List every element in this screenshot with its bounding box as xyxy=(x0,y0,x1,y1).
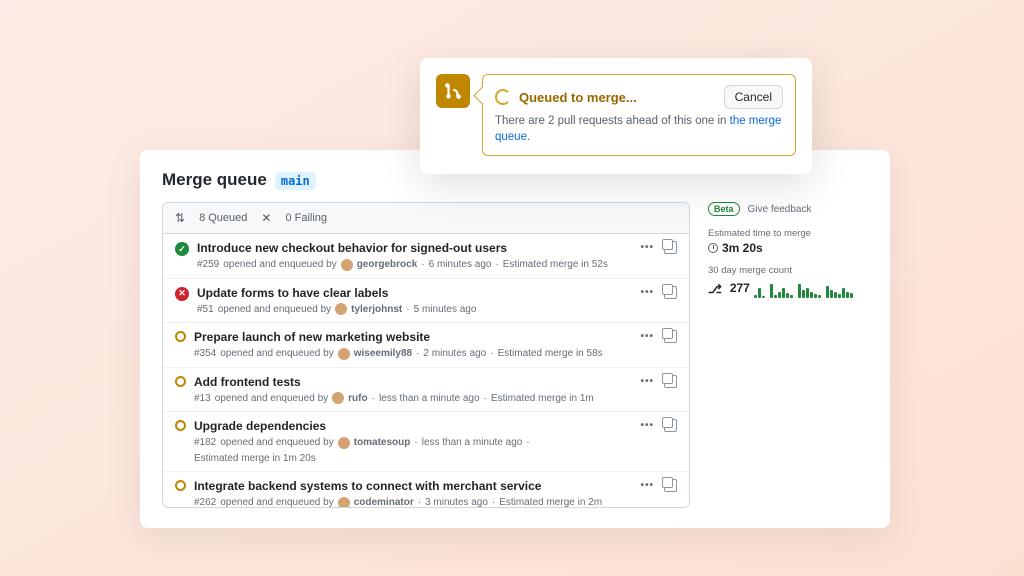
avatar xyxy=(338,497,350,507)
count-label: 30 day merge count xyxy=(708,265,868,276)
queue-row[interactable]: Integrate backend systems to connect wit… xyxy=(163,472,689,507)
pending-icon xyxy=(175,331,186,342)
copy-icon[interactable] xyxy=(664,330,677,343)
row-title[interactable]: Update forms to have clear labels xyxy=(197,286,632,302)
avatar xyxy=(332,392,344,404)
failing-count[interactable]: 0 Failing xyxy=(285,212,327,224)
avatar xyxy=(341,259,353,271)
eta-label: Estimated time to merge xyxy=(708,228,868,239)
row-meta: #259 opened and enqueued by georgebrock … xyxy=(197,259,632,271)
row-title[interactable]: Integrate backend systems to connect wit… xyxy=(194,479,632,495)
kebab-icon[interactable]: ••• xyxy=(640,331,654,342)
row-meta: #262 opened and enqueued by codeminator … xyxy=(194,497,632,507)
x-circle-icon: ✕ xyxy=(175,287,189,301)
kebab-icon[interactable]: ••• xyxy=(640,287,654,298)
copy-icon[interactable] xyxy=(664,241,677,254)
kebab-icon[interactable]: ••• xyxy=(640,376,654,387)
sparkline xyxy=(754,278,853,298)
pending-icon xyxy=(175,376,186,387)
callout-title: Queued to merge... xyxy=(519,90,716,105)
row-meta: #354 opened and enqueued by wiseemily88 … xyxy=(194,348,632,360)
callout-bubble: Queued to merge... Cancel There are 2 pu… xyxy=(482,74,796,156)
row-meta: #51 opened and enqueued by tylerjohnst ·… xyxy=(197,303,632,315)
branch-pill[interactable]: main xyxy=(275,172,316,190)
cancel-button[interactable]: Cancel xyxy=(724,85,783,109)
x-icon: ✕ xyxy=(261,211,271,225)
kebab-icon[interactable]: ••• xyxy=(640,242,654,253)
avatar xyxy=(335,303,347,315)
eta-value: 3m 20s xyxy=(708,241,868,255)
row-title[interactable]: Upgrade dependencies xyxy=(194,419,632,435)
queue-row[interactable]: Add frontend tests#13 opened and enqueue… xyxy=(163,368,689,413)
queue-row[interactable]: Upgrade dependencies #182 opened and enqu… xyxy=(163,412,689,472)
queued-count[interactable]: 8 Queued xyxy=(199,212,247,224)
page-title-text: Merge queue xyxy=(162,170,267,190)
merge-icon xyxy=(436,74,470,108)
spinner-icon xyxy=(495,89,511,105)
row-meta: #182 opened and enqueued by tomatesoup ·… xyxy=(194,437,632,464)
pending-icon xyxy=(175,480,186,491)
row-meta: #13 opened and enqueued by rufo · less t… xyxy=(194,392,632,404)
feedback-link[interactable]: Give feedback xyxy=(748,204,812,215)
beta-badge: Beta xyxy=(708,202,740,216)
pulse-icon: ⎇ xyxy=(708,282,722,296)
copy-icon[interactable] xyxy=(664,479,677,492)
sidebar: Beta Give feedback Estimated time to mer… xyxy=(708,202,868,508)
queue-row[interactable]: Prepare launch of new marketing website #… xyxy=(163,323,689,368)
git-pull-request-icon: ⇅ xyxy=(175,211,185,225)
merge-queue-panel: Merge queue main ⇅ 8 Queued ✕ 0 Failing … xyxy=(140,150,890,528)
avatar xyxy=(338,348,350,360)
check-icon: ✓ xyxy=(175,242,189,256)
row-title[interactable]: Prepare launch of new marketing website xyxy=(194,330,632,346)
count-value: ⎇ 277 xyxy=(708,278,868,298)
pending-icon xyxy=(175,420,186,431)
avatar xyxy=(338,437,350,449)
queue-list-header: ⇅ 8 Queued ✕ 0 Failing xyxy=(163,203,689,234)
clock-icon xyxy=(708,243,718,253)
row-title[interactable]: Add frontend tests xyxy=(194,375,632,391)
queue-row[interactable]: ✕ Update forms to have clear labels#51 op… xyxy=(163,279,689,324)
queue-list: ⇅ 8 Queued ✕ 0 Failing ✓ Introduce new ch… xyxy=(162,202,690,508)
callout-body: There are 2 pull requests ahead of this … xyxy=(495,113,783,145)
row-title[interactable]: Introduce new checkout behavior for sign… xyxy=(197,241,632,257)
kebab-icon[interactable]: ••• xyxy=(640,420,654,431)
kebab-icon[interactable]: ••• xyxy=(640,480,654,491)
copy-icon[interactable] xyxy=(664,419,677,432)
copy-icon[interactable] xyxy=(664,375,677,388)
merge-callout: Queued to merge... Cancel There are 2 pu… xyxy=(420,58,812,174)
copy-icon[interactable] xyxy=(664,286,677,299)
queue-row[interactable]: ✓ Introduce new checkout behavior for sig… xyxy=(163,234,689,279)
